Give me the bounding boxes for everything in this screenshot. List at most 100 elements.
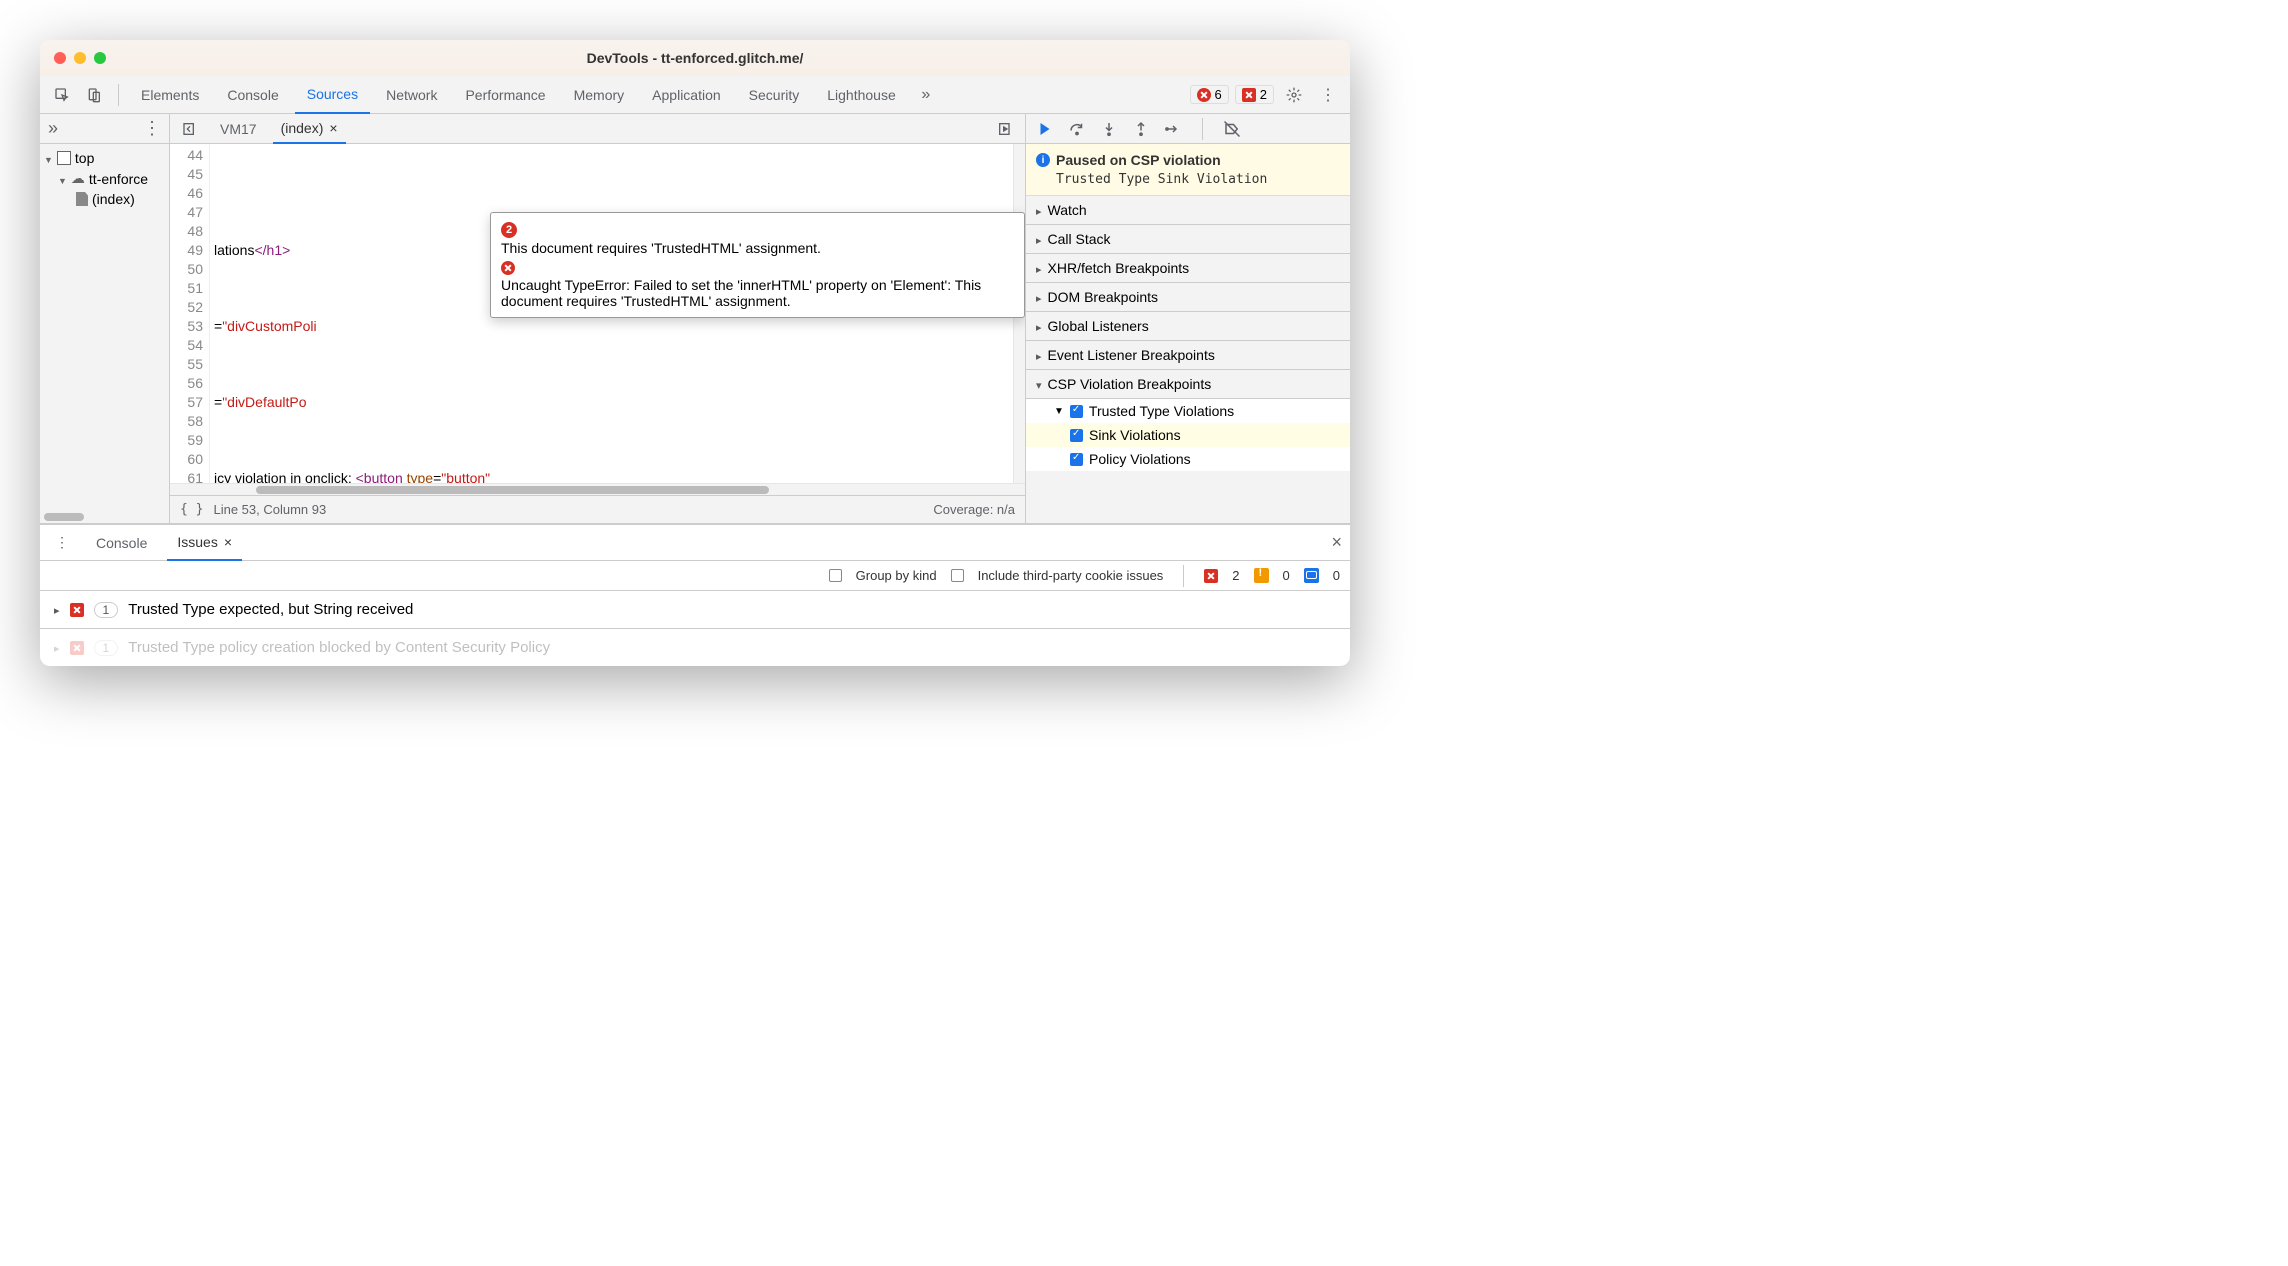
kebab-menu-icon[interactable]: ⋮ xyxy=(1314,81,1342,109)
issue-text: Trusted Type expected, but String receiv… xyxy=(128,601,413,618)
tab-lighthouse[interactable]: Lighthouse xyxy=(815,76,908,114)
close-tab-icon[interactable]: × xyxy=(224,534,232,550)
run-snippet-icon[interactable] xyxy=(991,115,1019,143)
drawer-menu-icon[interactable]: ⋮ xyxy=(48,529,76,557)
issues-icon xyxy=(1242,88,1256,102)
section-global[interactable]: Global Listeners xyxy=(1026,312,1350,341)
csp-sink-violations[interactable]: Sink Violations xyxy=(1026,423,1350,447)
issue-row-2[interactable]: 1 Trusted Type policy creation blocked b… xyxy=(40,629,1350,666)
checkbox-checked-icon[interactable] xyxy=(1070,405,1083,418)
error-icon xyxy=(501,261,515,275)
section-callstack[interactable]: Call Stack xyxy=(1026,225,1350,254)
editor-tabs: VM17 (index)× xyxy=(170,114,1025,144)
error-icon xyxy=(1197,88,1211,102)
device-icon[interactable] xyxy=(80,81,108,109)
step-icon[interactable] xyxy=(1164,120,1182,138)
checkbox-checked-icon[interactable] xyxy=(1070,429,1083,442)
navigator-menu-icon[interactable]: ⋮ xyxy=(143,118,161,139)
tree-frame[interactable]: tt-enforce xyxy=(40,168,169,189)
inspect-icon[interactable] xyxy=(48,81,76,109)
csp-trusted-type[interactable]: ▼Trusted Type Violations xyxy=(1026,399,1350,423)
section-dom[interactable]: DOM Breakpoints xyxy=(1026,283,1350,312)
issue-count: 1 xyxy=(94,640,119,656)
page-icon xyxy=(57,151,71,165)
issues-toolbar: Group by kind Include third-party cookie… xyxy=(40,561,1350,591)
drawer-tabs: ⋮ Console Issues× × xyxy=(40,525,1350,561)
nav-scrollbar[interactable] xyxy=(44,513,84,521)
tooltip-message-2: Uncaught TypeError: Failed to set the 'i… xyxy=(501,277,1014,309)
navigator-more-left-icon[interactable]: » xyxy=(48,118,58,139)
expand-icon xyxy=(44,150,53,166)
line-gutter: 44454647484950515253545556575859606162 xyxy=(170,144,210,483)
step-into-icon[interactable] xyxy=(1100,120,1118,138)
tab-security[interactable]: Security xyxy=(737,76,812,114)
main-tabbar: Elements Console Sources Network Perform… xyxy=(40,76,1350,114)
checkbox-checked-icon[interactable] xyxy=(1070,453,1083,466)
sources-panel: » ⋮ top tt-enforce (index) VM17 (index)×… xyxy=(40,114,1350,524)
coverage-status: Coverage: n/a xyxy=(933,502,1015,517)
section-csp[interactable]: CSP Violation Breakpoints xyxy=(1026,370,1350,399)
tab-memory[interactable]: Memory xyxy=(562,76,637,114)
tab-network[interactable]: Network xyxy=(374,76,449,114)
expand-icon xyxy=(54,601,60,618)
close-drawer-icon[interactable]: × xyxy=(1331,532,1342,553)
nav-back-icon[interactable] xyxy=(176,115,204,143)
tree-file-index[interactable]: (index) xyxy=(40,189,169,209)
step-out-icon[interactable] xyxy=(1132,120,1150,138)
tab-application[interactable]: Application xyxy=(640,76,733,114)
window-title: DevTools - tt-enforced.glitch.me/ xyxy=(40,50,1350,66)
error-counter[interactable]: 6 xyxy=(1190,85,1229,104)
error-tooltip: 2 This document requires 'TrustedHTML' a… xyxy=(490,212,1025,318)
tab-sources[interactable]: Sources xyxy=(295,76,370,114)
editor-tab-index[interactable]: (index)× xyxy=(273,114,346,144)
issue-text: Trusted Type policy creation blocked by … xyxy=(128,639,550,656)
include-thirdparty-label[interactable]: Include third-party cookie issues xyxy=(978,568,1164,583)
issues-counter[interactable]: 2 xyxy=(1235,85,1274,104)
tab-performance[interactable]: Performance xyxy=(453,76,557,114)
issue-count: 1 xyxy=(94,602,119,618)
cloud-icon xyxy=(71,170,85,187)
separator xyxy=(118,84,119,106)
tab-elements[interactable]: Elements xyxy=(129,76,211,114)
editor-statusbar: { } Line 53, Column 93 Coverage: n/a xyxy=(170,495,1025,523)
tooltip-count-badge: 2 xyxy=(501,222,517,238)
debugger-sidebar: iPaused on CSP violation Trusted Type Si… xyxy=(1025,114,1350,523)
checkbox-unchecked-icon[interactable] xyxy=(951,569,964,582)
message-icon xyxy=(1304,568,1319,583)
file-icon xyxy=(76,192,88,206)
step-over-icon[interactable] xyxy=(1068,120,1086,138)
tree-top[interactable]: top xyxy=(40,148,169,168)
settings-icon[interactable] xyxy=(1280,81,1308,109)
deactivate-breakpoints-icon[interactable] xyxy=(1223,120,1241,138)
more-tabs-icon[interactable]: » xyxy=(912,81,940,109)
paused-message: iPaused on CSP violation Trusted Type Si… xyxy=(1026,144,1350,196)
section-xhr[interactable]: XHR/fetch Breakpoints xyxy=(1026,254,1350,283)
checkbox-unchecked-icon[interactable] xyxy=(829,569,842,582)
navigator-header: » ⋮ xyxy=(40,114,169,144)
editor-hscrollbar[interactable] xyxy=(170,483,1025,495)
drawer-tab-console[interactable]: Console xyxy=(86,525,157,561)
drawer-tab-issues[interactable]: Issues× xyxy=(167,525,242,561)
navigator-sidebar: » ⋮ top tt-enforce (index) xyxy=(40,114,170,523)
section-watch[interactable]: Watch xyxy=(1026,196,1350,225)
csp-policy-violations[interactable]: Policy Violations xyxy=(1026,447,1350,471)
section-event[interactable]: Event Listener Breakpoints xyxy=(1026,341,1350,370)
code-editor[interactable]: 44454647484950515253545556575859606162 l… xyxy=(170,144,1025,483)
devtools-window: DevTools - tt-enforced.glitch.me/ Elemen… xyxy=(40,40,1350,666)
issue-row-1[interactable]: 1 Trusted Type expected, but String rece… xyxy=(40,591,1350,629)
error-icon xyxy=(1204,569,1218,583)
tab-console[interactable]: Console xyxy=(215,76,290,114)
pretty-print-icon[interactable]: { } xyxy=(180,502,203,517)
expand-icon xyxy=(58,171,67,187)
file-tree: top tt-enforce (index) xyxy=(40,144,169,511)
tooltip-message-1: This document requires 'TrustedHTML' ass… xyxy=(501,240,1014,256)
resume-icon[interactable] xyxy=(1036,120,1054,138)
drawer: ⋮ Console Issues× × Group by kind Includ… xyxy=(40,524,1350,666)
close-tab-icon[interactable]: × xyxy=(329,120,337,136)
group-by-kind-label[interactable]: Group by kind xyxy=(856,568,937,583)
warning-icon xyxy=(1254,568,1269,583)
cursor-position: Line 53, Column 93 xyxy=(213,502,326,517)
editor: VM17 (index)× 44454647484950515253545556… xyxy=(170,114,1025,523)
editor-tab-vm[interactable]: VM17 xyxy=(212,114,265,144)
error-icon xyxy=(70,603,84,617)
